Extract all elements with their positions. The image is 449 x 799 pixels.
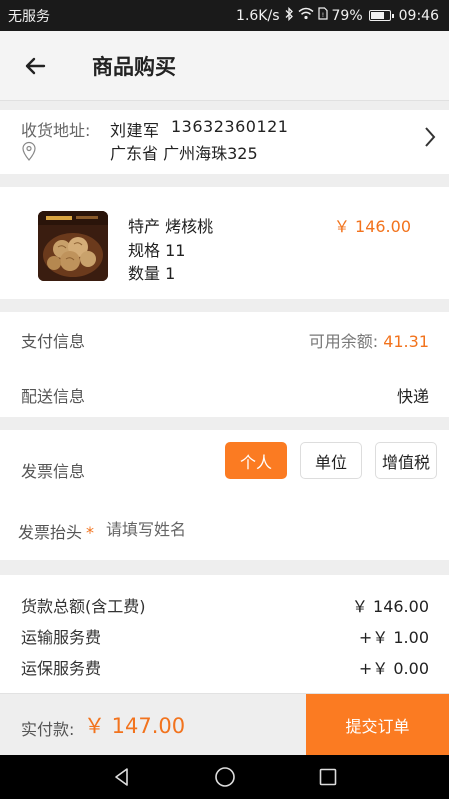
invoice-header-label: 发票抬头 * (18, 519, 94, 543)
battery-fill (370, 12, 384, 19)
balance-value: 41.31 (383, 332, 429, 351)
nav-recents-button[interactable] (313, 762, 343, 792)
triangle-back-icon (114, 768, 128, 786)
total-amount: ￥ 147.00 (84, 714, 186, 738)
bluetooth-icon (284, 6, 294, 25)
product-image (38, 211, 108, 281)
status-indicators: 1.6K/s ! 79% 09:46 (236, 6, 439, 25)
summary-label-insurance: 运保服务费 (21, 659, 102, 678)
invoice-info-label: 发票信息 (21, 462, 86, 481)
system-nav-bar (0, 755, 449, 799)
delivery-info-label: 配送信息 (21, 387, 86, 406)
product-name: 特产 烤核桃 (128, 217, 214, 236)
invoice-company-button[interactable]: 单位 (300, 442, 362, 479)
invoice-personal-button[interactable]: 个人 (225, 442, 287, 479)
payment-section: 支付信息 可用余额: 41.31 配送信息 快递 (0, 312, 449, 417)
page-title: 商品购买 (92, 54, 176, 79)
location-pin-icon (21, 141, 37, 165)
nav-back-button[interactable] (107, 762, 137, 792)
nav-home-button[interactable] (210, 762, 240, 792)
payment-info-label: 支付信息 (21, 332, 86, 351)
svg-text:!: ! (321, 12, 323, 19)
product-spec: 规格 11 (128, 241, 186, 260)
wifi-icon (298, 7, 314, 24)
app-bar: 商品购买 (0, 31, 449, 101)
fee-summary: 货款总额(含工费) ￥ 146.00 运输服务费 +￥ 1.00 运保服务费 +… (0, 575, 449, 693)
delivery-method[interactable]: 快递 (397, 383, 429, 407)
checkout-bar: 实付款: ￥ 147.00 提交订单 (0, 693, 449, 756)
product-price: ￥ 146.00 (333, 217, 411, 236)
invoice-section: 发票信息 个人 单位 增值税 发票抬头 * (0, 430, 449, 560)
balance-label: 可用余额: (308, 332, 379, 351)
carrier-text: 无服务 (8, 8, 50, 25)
invoice-name-input[interactable] (106, 517, 406, 541)
submit-order-button[interactable]: 提交订单 (306, 694, 449, 756)
clock: 09:46 (398, 7, 439, 24)
balance-info: 可用余额: 41.31 (309, 328, 429, 352)
product-card: 特产 烤核桃 规格 11 数量 1 ￥ 146.00 (0, 187, 449, 299)
back-button[interactable] (5, 31, 65, 101)
battery-percent: 79% (331, 7, 363, 24)
address-label: 收货地址: (21, 121, 91, 140)
required-mark: * (86, 523, 95, 542)
summary-label-shipping: 运输服务费 (21, 628, 102, 647)
invoice-header-text: 发票抬头 (18, 523, 83, 542)
total-label: 实付款: (21, 720, 75, 739)
chevron-right-icon (423, 126, 437, 152)
address-detail: 广东省 广州海珠325 (110, 144, 258, 163)
network-speed: 1.6K/s (236, 7, 280, 24)
invoice-vat-button[interactable]: 增值税 (375, 442, 437, 479)
sim-icon: ! (317, 7, 328, 24)
square-recents-icon (319, 768, 336, 786)
recipient-phone: 13632360121 (171, 117, 289, 136)
recipient-name: 刘建军 (110, 121, 160, 140)
summary-value-goods: ￥ 146.00 (351, 597, 429, 616)
back-arrow-icon (25, 57, 46, 74)
summary-label-goods: 货款总额(含工费) (21, 597, 146, 616)
battery-icon (368, 10, 394, 21)
summary-value-shipping: +￥ 1.00 (358, 628, 429, 647)
product-quantity: 数量 1 (128, 264, 176, 283)
status-bar: 无服务 1.6K/s ! 79% 09:46 (0, 0, 449, 31)
address-section[interactable]: 收货地址: 刘建军 13632360121 广东省 广州海珠325 (0, 110, 449, 174)
circle-home-icon (214, 767, 235, 787)
summary-value-insurance: +￥ 0.00 (358, 659, 429, 678)
